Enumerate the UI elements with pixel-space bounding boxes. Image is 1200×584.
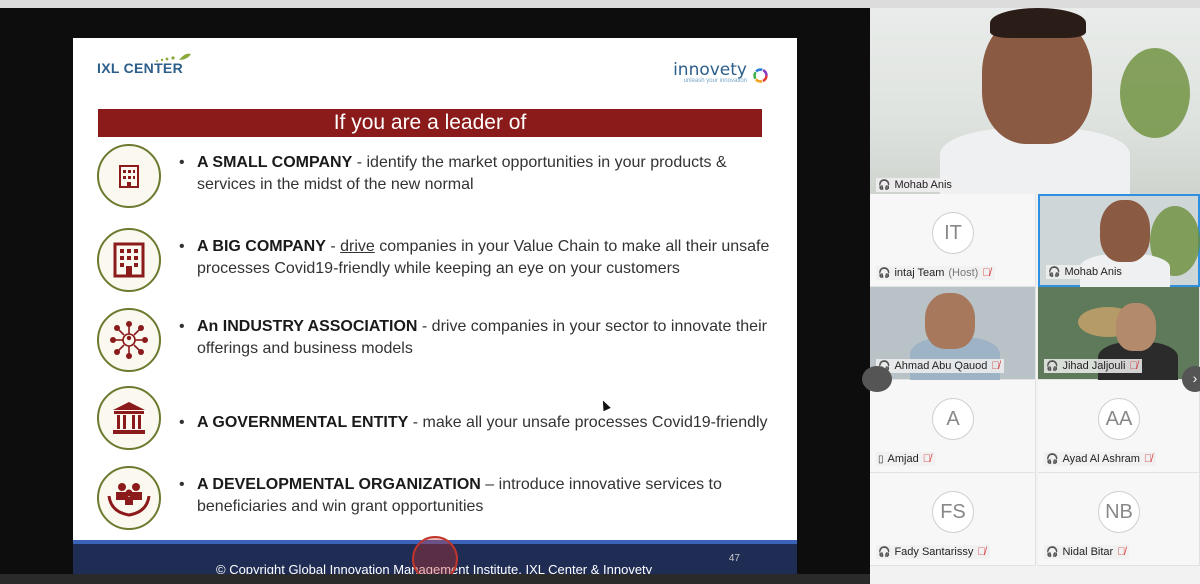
participant-tile[interactable]: FS 🎧 Fady Santarissy 🎙̸	[870, 473, 1036, 566]
item-heading: An INDUSTRY ASSOCIATION	[197, 318, 418, 335]
participant-name-tag: 🎧 Mohab Anis	[1046, 265, 1126, 279]
avatar: A	[932, 398, 974, 440]
active-speaker-video[interactable]: 🎧 Mohab Anis	[870, 8, 1200, 194]
participant-name-tag: ▯ Amjad 🎙̸	[876, 452, 935, 466]
participant-tile[interactable]: 🎧 Ahmad Abu Qauod 🎙̸	[870, 287, 1036, 380]
participant-face	[925, 293, 975, 349]
bullet: •	[179, 318, 185, 335]
item-heading: A BIG COMPANY	[197, 238, 326, 255]
participant-tile[interactable]: NB 🎧 Nidal Bitar 🎙̸	[1038, 473, 1200, 566]
hands-people-icon	[97, 466, 161, 530]
participant-name: Amjad	[887, 453, 919, 465]
participant-name: Fady Santarissy	[894, 546, 974, 558]
presentation-slide: IXL CENTER innovety unleash your innovat…	[73, 38, 797, 582]
item-separator: -	[325, 238, 341, 255]
mic-muted-icon: 🎙̸	[1143, 453, 1153, 465]
participant-name: Ayad Al Ashram	[1062, 453, 1140, 465]
participant-name-tag: 🎧 Jihad Jaljouli 🎙̸	[1044, 359, 1142, 373]
plant-image	[1120, 48, 1190, 138]
headset-icon: 🎧	[878, 546, 891, 558]
bullet: •	[179, 154, 185, 171]
headset-icon: 🎧	[1046, 453, 1059, 465]
mic-muted-icon: 🎙̸	[1129, 360, 1138, 372]
headset-icon: 🎧	[1046, 360, 1059, 372]
gallery-prev-button[interactable]	[862, 366, 892, 392]
mic-muted-icon: 🎙̸	[977, 546, 986, 558]
list-item-text: A SMALL COMPANY - identify the market op…	[197, 152, 782, 196]
innovety-logo: innovety unleash your innovation	[673, 60, 769, 84]
participant-name-tag: 🎧 Ahmad Abu Qauod 🎙̸	[876, 359, 1004, 373]
avatar: AA	[1098, 398, 1140, 440]
mic-muted-icon: 🎙̸	[991, 360, 1000, 372]
item-description: - make all your unsafe processes Covid19…	[408, 414, 768, 431]
participant-name-tag: 🎧 Ayad Al Ashram 🎙̸	[1044, 452, 1157, 466]
ixl-center-logo: IXL CENTER	[97, 53, 191, 78]
list-item-text: A GOVERNMENTAL ENTITY - make all your un…	[197, 412, 782, 434]
item-underlined-word: drive	[340, 238, 375, 255]
item-heading: A SMALL COMPANY	[197, 154, 353, 171]
participant-name: Mohab Anis	[1064, 266, 1122, 278]
list-item-text: A DEVELOPMENTAL ORGANIZATION – introduce…	[197, 474, 782, 518]
participant-tile[interactable]: AA 🎧 Ayad Al Ashram 🎙̸	[1038, 380, 1200, 473]
mic-muted-icon: 🎙̸	[982, 267, 991, 279]
avatar: IT	[932, 212, 974, 254]
item-heading: A GOVERNMENTAL ENTITY	[197, 414, 409, 431]
participant-name: Jihad Jaljouli	[1062, 360, 1126, 372]
mic-muted-icon: 🎙̸	[922, 453, 931, 465]
participant-name-tag: 🎧 Nidal Bitar 🎙̸	[1044, 545, 1130, 559]
speaker-name-tag: 🎧 Mohab Anis	[876, 178, 956, 192]
headset-icon: 🎧	[1046, 546, 1059, 558]
government-building-icon	[97, 386, 161, 450]
participant-tile[interactable]: 🎧 Jihad Jaljouli 🎙̸	[1038, 287, 1200, 380]
slide-title-banner: If you are a leader of	[98, 109, 762, 137]
big-building-icon	[97, 228, 161, 292]
top-toolbar	[0, 0, 1200, 8]
screen-share-area: IXL CENTER innovety unleash your innovat…	[0, 8, 870, 582]
participant-name: Ahmad Abu Qauod	[894, 360, 988, 372]
avatar: FS	[932, 491, 974, 533]
bullet: •	[179, 238, 185, 255]
list-item-text: A BIG COMPANY - drive companies in your …	[197, 236, 782, 280]
small-building-icon	[97, 144, 161, 208]
innovety-tagline: unleash your innovation	[683, 78, 747, 84]
participant-face	[1100, 200, 1150, 262]
page-number: 47	[728, 553, 740, 564]
bottom-bar	[0, 574, 870, 584]
participant-name: intaj Team	[894, 267, 945, 279]
speaker-hair	[990, 8, 1086, 38]
logo-leaf-icon	[156, 53, 191, 62]
headset-icon: 🎧	[878, 179, 891, 191]
headset-icon: 🎧	[1048, 266, 1061, 278]
avatar: NB	[1098, 491, 1140, 533]
list-item-text: An INDUSTRY ASSOCIATION - drive companie…	[197, 316, 782, 360]
item-heading: A DEVELOPMENTAL ORGANIZATION	[197, 476, 481, 493]
participant-tile[interactable]: IT 🎧 intaj Team (Host) 🎙̸	[870, 194, 1036, 287]
bullet: •	[179, 476, 185, 493]
participant-tile[interactable]: 🎧 Mohab Anis	[1038, 194, 1200, 287]
speaker-name: Mohab Anis	[894, 179, 952, 191]
participant-tile[interactable]: A ▯ Amjad 🎙̸	[870, 380, 1036, 473]
mic-muted-icon: 🎙̸	[1117, 546, 1126, 558]
participant-name-tag: 🎧 intaj Team (Host) 🎙̸	[876, 266, 995, 280]
participant-name: Nidal Bitar	[1062, 546, 1114, 558]
participant-face	[1116, 303, 1156, 351]
network-people-icon	[97, 308, 161, 372]
video-gallery: 🎧 Mohab Anis IT 🎧 intaj Team (Host) 🎙̸ 🎧 Moha…	[870, 8, 1200, 584]
innovety-ring-icon	[753, 68, 768, 83]
host-label: (Host)	[948, 267, 979, 279]
bullet: •	[179, 414, 185, 431]
phone-icon: ▯	[878, 453, 884, 465]
participant-name-tag: 🎧 Fady Santarissy 🎙̸	[876, 545, 990, 559]
headset-icon: 🎧	[878, 267, 891, 279]
